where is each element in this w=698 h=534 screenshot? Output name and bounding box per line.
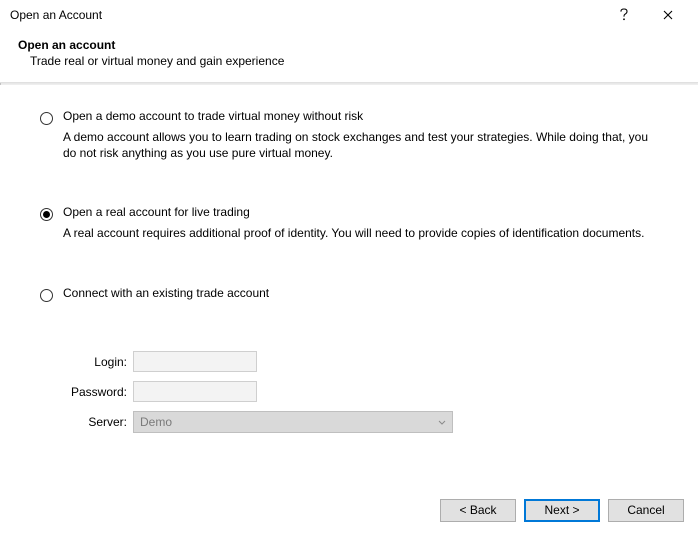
cancel-button[interactable]: Cancel: [608, 499, 684, 522]
row-login: Login:: [63, 350, 670, 374]
option-connect-label: Connect with an existing trade account: [63, 286, 670, 300]
row-password: Password:: [63, 380, 670, 404]
window-title: Open an Account: [10, 8, 602, 22]
help-button[interactable]: [602, 1, 646, 29]
radio-demo[interactable]: [40, 112, 53, 125]
login-label: Login:: [63, 355, 133, 369]
back-button[interactable]: < Back: [440, 499, 516, 522]
close-button[interactable]: [646, 1, 690, 29]
option-demo-label: Open a demo account to trade virtual mon…: [63, 109, 670, 123]
radio-connect[interactable]: [40, 289, 53, 302]
row-server: Server: Demo: [63, 410, 670, 434]
login-input[interactable]: [133, 351, 257, 372]
option-real-label: Open a real account for live trading: [63, 205, 670, 219]
option-demo-desc: A demo account allows you to learn tradi…: [63, 129, 670, 161]
chevron-down-icon: [438, 415, 446, 429]
server-value: Demo: [140, 415, 172, 429]
radio-real[interactable]: [40, 208, 53, 221]
option-real-desc: A real account requires additional proof…: [63, 225, 670, 241]
next-button[interactable]: Next >: [524, 499, 600, 522]
password-label: Password:: [63, 385, 133, 399]
option-real[interactable]: Open a real account for live trading A r…: [28, 205, 670, 241]
content-area: Open a demo account to trade virtual mon…: [0, 85, 698, 448]
header-subtitle: Trade real or virtual money and gain exp…: [30, 54, 680, 68]
header-title: Open an account: [18, 38, 680, 52]
help-icon: [619, 8, 629, 22]
option-demo[interactable]: Open a demo account to trade virtual mon…: [28, 109, 670, 161]
wizard-footer: < Back Next > Cancel: [0, 486, 698, 534]
server-label: Server:: [63, 415, 133, 429]
option-connect[interactable]: Connect with an existing trade account: [28, 286, 670, 306]
connect-form: Login: Password: Server: Demo: [63, 350, 670, 434]
titlebar: Open an Account: [0, 0, 698, 30]
server-select[interactable]: Demo: [133, 411, 453, 433]
password-input[interactable]: [133, 381, 257, 402]
wizard-header: Open an account Trade real or virtual mo…: [0, 30, 698, 83]
close-icon: [663, 10, 673, 20]
